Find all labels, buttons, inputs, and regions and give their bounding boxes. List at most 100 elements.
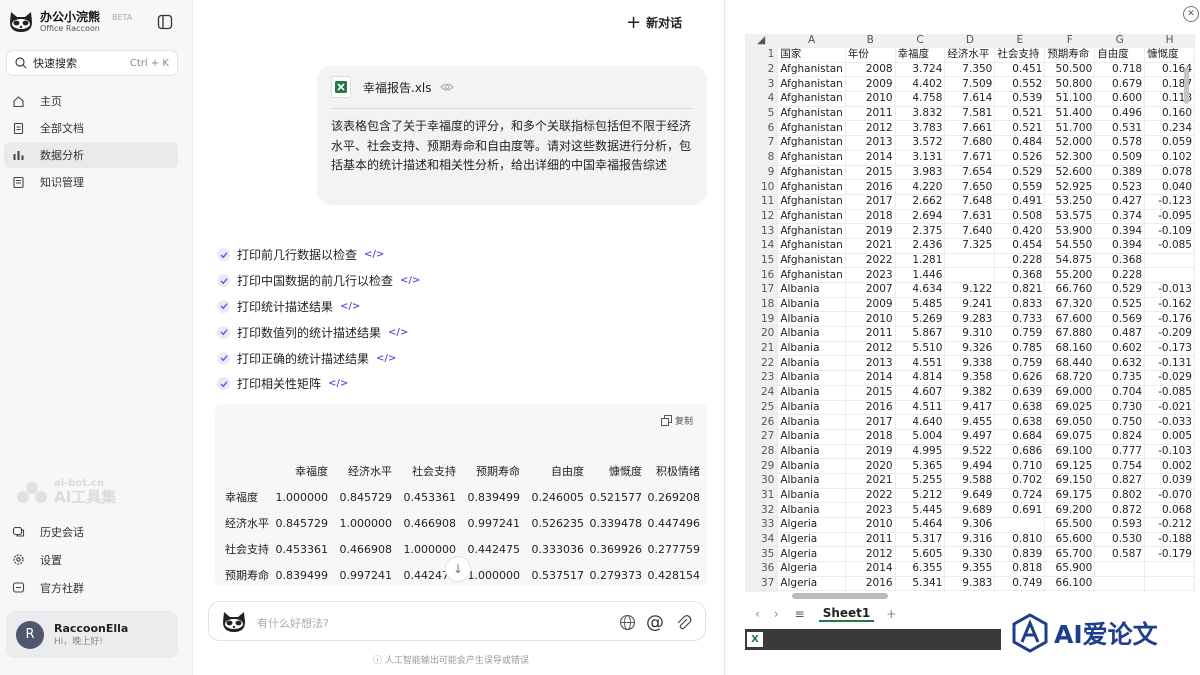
sheet-cell[interactable]: 9.588 <box>944 473 996 489</box>
sheet-cell[interactable]: 5.867 <box>895 326 946 342</box>
row-number[interactable]: 10 <box>745 179 779 195</box>
sheet-cell[interactable]: 0.593 <box>1094 517 1146 533</box>
sheet-cell[interactable]: 2.694 <box>895 209 946 225</box>
row-number[interactable]: 5 <box>745 106 779 122</box>
sheet-cell[interactable]: 69.100 <box>1044 444 1096 460</box>
step-item[interactable]: 打印前几行数据以检查 </> <box>217 242 420 268</box>
sheet-cell[interactable]: Afghanistan <box>777 253 846 269</box>
sheet-cell[interactable]: 0.833 <box>994 297 1046 313</box>
sheet-cell[interactable]: 0.802 <box>1094 488 1146 504</box>
sheet-cell[interactable]: -0.162 <box>1144 297 1195 313</box>
sheet-cell[interactable]: 0.735 <box>1094 370 1146 386</box>
row-number[interactable]: 25 <box>745 400 779 416</box>
sheet-cell[interactable]: 0.374 <box>1094 209 1146 225</box>
sheet-cell[interactable]: 0.710 <box>994 458 1046 474</box>
sheet-cell[interactable]: 0.420 <box>994 223 1046 239</box>
sheet-cell[interactable]: 7.581 <box>944 106 996 122</box>
sheet-cell[interactable]: 2007 <box>845 282 896 298</box>
row-number[interactable]: 12 <box>745 209 779 225</box>
sheet-cell[interactable]: 0.810 <box>994 532 1046 548</box>
sheet-cell[interactable]: 5.365 <box>895 458 946 474</box>
sheet-cell[interactable]: 0.750 <box>1094 414 1146 430</box>
sheet-cell[interactable]: 2023 <box>845 267 896 283</box>
sheet-cell[interactable]: 0.228 <box>1094 267 1146 283</box>
sheet-cell[interactable]: Afghanistan <box>777 194 846 210</box>
sheet-cell[interactable]: -0.179 <box>1144 546 1195 563</box>
row-number[interactable]: 27 <box>745 429 779 445</box>
sheet-cell[interactable]: 2014 <box>845 370 896 386</box>
sheet-cell[interactable]: 0.529 <box>994 165 1046 181</box>
step-item[interactable]: 打印统计描述结果 </> <box>217 294 420 320</box>
sheet-cell[interactable]: Albania <box>777 341 846 357</box>
sheet-cell[interactable]: 0.078 <box>1144 165 1195 181</box>
sheet-cell[interactable]: 0.626 <box>994 370 1046 386</box>
sheet-cell[interactable]: Albania <box>777 488 846 504</box>
sheet-cell[interactable]: 经济水平 <box>944 47 996 63</box>
sheet-cell[interactable]: Albania <box>777 400 846 416</box>
sheet-cell[interactable]: 2021 <box>845 238 896 254</box>
sheet-cell[interactable]: 3.832 <box>895 106 946 122</box>
sheet-cell[interactable]: 年份 <box>845 47 896 63</box>
sheet-cell[interactable]: Albania <box>777 297 846 313</box>
sheet-cell[interactable]: 69.175 <box>1044 488 1096 504</box>
sheet-cell[interactable]: Albania <box>777 326 846 342</box>
sheet-cell[interactable]: 0.394 <box>1094 238 1146 254</box>
sheet-cell[interactable]: 2018 <box>845 429 896 445</box>
sheet-cell[interactable]: Albania <box>777 282 846 298</box>
sheet-cell[interactable]: 0.039 <box>1144 473 1195 489</box>
row-number[interactable]: 23 <box>745 370 779 386</box>
sheet-cell[interactable]: 2017 <box>845 194 896 210</box>
sheet-cell[interactable]: 9.283 <box>944 311 996 328</box>
sheet-cell[interactable]: 2019 <box>845 444 896 460</box>
select-all-corner[interactable]: ◢ <box>745 34 779 48</box>
sheet-cell[interactable]: 3.572 <box>895 135 946 151</box>
sheet-cell[interactable]: 55.200 <box>1044 267 1096 283</box>
sheet-cell[interactable]: 2.375 <box>895 223 946 239</box>
sheet-cell[interactable]: 0.638 <box>994 400 1046 416</box>
sheet-cell[interactable]: -0.033 <box>1144 414 1195 430</box>
sheet-cell[interactable]: 0.102 <box>1144 150 1195 166</box>
sheet-cell[interactable]: 0.684 <box>994 429 1046 445</box>
sheet-cell[interactable]: 66.760 <box>1044 282 1096 298</box>
sheet-cell[interactable]: 9.455 <box>944 414 996 430</box>
sheet-cell[interactable]: 0.821 <box>994 282 1046 298</box>
sheet-cell[interactable]: 52.925 <box>1044 179 1096 195</box>
sheet-cell[interactable]: 预期寿命 <box>1044 47 1096 63</box>
sheet-cell[interactable]: 2023 <box>845 502 896 518</box>
sheet-cell[interactable]: 2009 <box>845 76 896 93</box>
sheet-cell[interactable]: 5.605 <box>895 546 946 563</box>
sheet-cell[interactable]: Afghanistan <box>777 238 846 254</box>
sheet-cell[interactable]: -0.021 <box>1144 400 1195 416</box>
sheet-cell[interactable]: Albania <box>777 370 846 386</box>
sheet-cell[interactable]: 7.654 <box>944 165 996 181</box>
sheet-cell[interactable]: Albania <box>777 311 846 328</box>
sheet-cell[interactable] <box>1094 561 1146 577</box>
sheet-cell[interactable]: 9.326 <box>944 341 996 357</box>
nav-item-documents[interactable]: 全部文档 <box>4 115 178 141</box>
sheet-cell[interactable]: 0.068 <box>1144 502 1195 518</box>
sheet-cell[interactable]: 50.800 <box>1044 76 1096 93</box>
sheet-cell[interactable]: 0.718 <box>1094 62 1146 78</box>
row-number[interactable]: 13 <box>745 223 779 239</box>
sheet-cell[interactable]: Afghanistan <box>777 62 846 78</box>
sheet-cell[interactable]: 50.500 <box>1044 62 1096 78</box>
horizontal-scrollbar[interactable] <box>792 593 888 599</box>
sheet-cell[interactable]: 4.607 <box>895 385 946 401</box>
sheet-cell[interactable]: 0.521 <box>994 106 1046 122</box>
sheet-cell[interactable]: 0.759 <box>994 355 1046 372</box>
sheet-cell[interactable]: 5.249 <box>895 590 946 592</box>
sheet-cell[interactable]: 5.004 <box>895 429 946 445</box>
sheet-cell[interactable]: 2021 <box>845 473 896 489</box>
sheet-cell[interactable]: 3.724 <box>895 62 946 78</box>
globe-icon[interactable] <box>617 612 637 632</box>
sheet-cell[interactable]: 66.100 <box>1044 576 1096 592</box>
sheet-cell[interactable]: 69.000 <box>1044 385 1096 401</box>
column-letter[interactable]: E <box>994 34 1046 48</box>
sheet-cell[interactable]: Albania <box>777 473 846 489</box>
code-icon[interactable]: </> <box>328 378 348 389</box>
row-number[interactable]: 15 <box>745 253 779 269</box>
step-item[interactable]: 打印相关性矩阵 </> <box>217 371 420 397</box>
sheet-cell[interactable]: 3.783 <box>895 120 946 137</box>
row-number[interactable]: 35 <box>745 546 779 563</box>
sheet-cell[interactable]: -0.095 <box>1144 209 1195 225</box>
